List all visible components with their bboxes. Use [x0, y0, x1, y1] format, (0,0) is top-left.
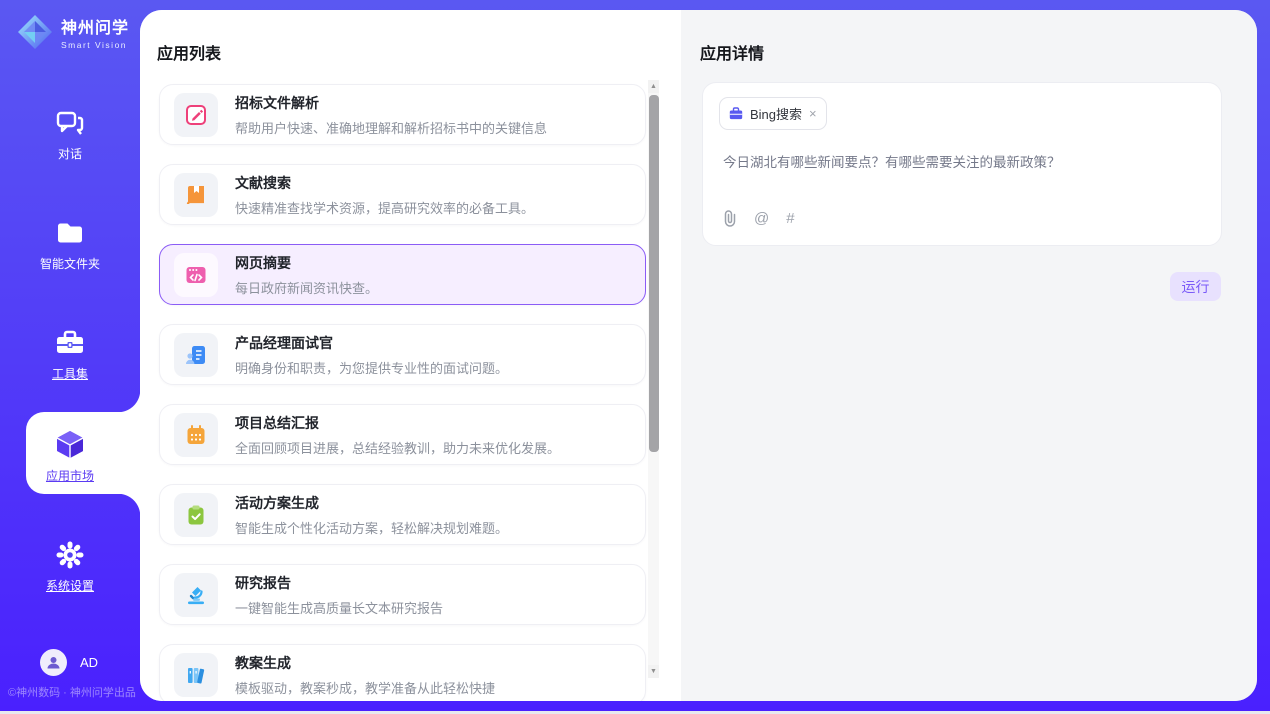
app-desc: 模板驱动，教案秒成，教学准备从此轻松快捷	[235, 678, 495, 697]
app-card-web-summary[interactable]: 网页摘要 每日政府新闻资讯快查。	[159, 244, 646, 305]
diamond-gem-icon	[16, 13, 54, 51]
brand-subtitle: Smart Vision	[61, 40, 129, 50]
calendar-icon	[184, 423, 208, 447]
app-card-event-plan[interactable]: 活动方案生成 智能生成个性化活动方案，轻松解决规划难题。	[159, 484, 646, 545]
close-icon[interactable]: ×	[809, 107, 817, 120]
app-desc: 智能生成个性化活动方案，轻松解决规划难题。	[235, 518, 508, 537]
app-card-literature-search[interactable]: 文献搜索 快速精准查找学术资源，提高研究效率的必备工具。	[159, 164, 646, 225]
content-frame: 应用列表 招标文件解析 帮助用户快速、准确地理解和解析招标书中的关键信息	[140, 10, 1257, 701]
app-desc: 快速精准查找学术资源，提高研究效率的必备工具。	[235, 198, 534, 217]
app-name: 活动方案生成	[235, 493, 508, 513]
app-name: 产品经理面试官	[235, 333, 508, 353]
briefcase-icon	[729, 107, 743, 120]
app-desc: 每日政府新闻资讯快查。	[235, 278, 378, 297]
sidebar-item-smart-folders[interactable]: 智能文件夹	[0, 218, 140, 273]
scrollbar-thumb[interactable]	[649, 95, 659, 452]
app-detail-panel: 应用详情 Bing搜索 × 今日湖北有哪些新闻要点？有哪些需要关注的最新政策？ …	[681, 10, 1257, 701]
app-name: 网页摘要	[235, 253, 378, 273]
chat-icon	[55, 108, 85, 138]
resume-icon	[184, 343, 208, 367]
app-desc: 全面回顾项目进展，总结经验教训，助力未来优化发展。	[235, 438, 560, 457]
brand-name: 神州问学	[61, 14, 129, 38]
paperclip-icon[interactable]	[723, 210, 737, 227]
app-logo: 神州问学 Smart Vision	[16, 13, 129, 51]
pen-square-icon	[184, 103, 208, 127]
cube-icon	[54, 428, 86, 460]
app-desc: 明确身份和职责，为您提供专业性的面试问题。	[235, 358, 508, 377]
clipboard-check-icon	[184, 503, 208, 527]
at-icon[interactable]: @	[754, 210, 769, 227]
app-name: 文献搜索	[235, 173, 534, 193]
sidebar-item-label: 智能文件夹	[40, 255, 100, 272]
browser-code-icon	[184, 263, 208, 287]
person-icon	[46, 655, 61, 670]
app-icon-box	[174, 653, 218, 697]
app-card-bid-document-parsing[interactable]: 招标文件解析 帮助用户快速、准确地理解和解析招标书中的关键信息	[159, 84, 646, 145]
app-icon-box	[174, 493, 218, 537]
app-icon-box	[174, 413, 218, 457]
app-card-pm-interviewer[interactable]: 产品经理面试官 明确身份和职责，为您提供专业性的面试问题。	[159, 324, 646, 385]
avatar	[40, 649, 67, 676]
sidebar-item-label: 应用市场	[46, 467, 94, 484]
book-icon	[184, 183, 208, 207]
tool-chip-bing-search[interactable]: Bing搜索 ×	[719, 97, 827, 130]
books-icon	[184, 663, 208, 687]
sidebar: 神州问学 Smart Vision 对话 智能文件夹 工具集	[0, 0, 140, 711]
sidebar-item-chat[interactable]: 对话	[0, 108, 140, 163]
app-icon-box	[174, 93, 218, 137]
app-name: 招标文件解析	[235, 93, 547, 113]
app-icon-box	[174, 173, 218, 217]
app-card-list: 招标文件解析 帮助用户快速、准确地理解和解析招标书中的关键信息 文献搜索 快速精…	[159, 84, 646, 701]
app-icon-box	[174, 573, 218, 617]
gear-icon	[55, 540, 85, 570]
app-name: 项目总结汇报	[235, 413, 560, 433]
prompt-card[interactable]: Bing搜索 × 今日湖北有哪些新闻要点？有哪些需要关注的最新政策？ @ #	[702, 82, 1222, 246]
sidebar-item-label: 对话	[58, 145, 82, 162]
app-list-scrollbar[interactable]: ▲ ▼	[648, 80, 659, 678]
attachment-toolbar: @ #	[723, 210, 795, 227]
app-card-research-report[interactable]: 研究报告 一键智能生成高质量长文本研究报告	[159, 564, 646, 625]
user-account[interactable]: AD	[40, 649, 98, 676]
scroll-up-arrow[interactable]: ▲	[648, 80, 659, 93]
question-text[interactable]: 今日湖北有哪些新闻要点？有哪些需要关注的最新政策？	[723, 151, 1203, 171]
app-icon-box	[174, 253, 218, 297]
sidebar-item-label: 工具集	[52, 365, 88, 382]
user-name: AD	[80, 655, 98, 670]
sidebar-item-label: 系统设置	[46, 577, 94, 594]
app-name: 教案生成	[235, 653, 495, 673]
scroll-down-arrow[interactable]: ▼	[648, 665, 659, 678]
folder-icon	[55, 218, 85, 248]
toolbox-icon	[54, 328, 86, 358]
copyright-text: ©神州数码 · 神州问学出品	[8, 684, 140, 700]
app-detail-title: 应用详情	[700, 40, 764, 64]
microscope-icon	[184, 583, 208, 607]
hash-icon[interactable]: #	[786, 210, 794, 227]
app-card-lesson-plan[interactable]: 教案生成 模板驱动，教案秒成，教学准备从此轻松快捷	[159, 644, 646, 701]
app-desc: 帮助用户快速、准确地理解和解析招标书中的关键信息	[235, 118, 547, 137]
sidebar-item-settings[interactable]: 系统设置	[0, 540, 140, 595]
app-name: 研究报告	[235, 573, 443, 593]
app-card-project-summary[interactable]: 项目总结汇报 全面回顾项目进展，总结经验教训，助力未来优化发展。	[159, 404, 646, 465]
sidebar-item-app-market[interactable]: 应用市场	[0, 428, 140, 485]
app-icon-box	[174, 333, 218, 377]
app-list-panel: 应用列表 招标文件解析 帮助用户快速、准确地理解和解析招标书中的关键信息	[140, 10, 681, 701]
app-list-title: 应用列表	[157, 40, 221, 64]
sidebar-item-toolset[interactable]: 工具集	[0, 328, 140, 383]
run-button[interactable]: 运行	[1170, 272, 1221, 301]
tool-chip-label: Bing搜索	[750, 104, 802, 123]
app-desc: 一键智能生成高质量长文本研究报告	[235, 598, 443, 617]
